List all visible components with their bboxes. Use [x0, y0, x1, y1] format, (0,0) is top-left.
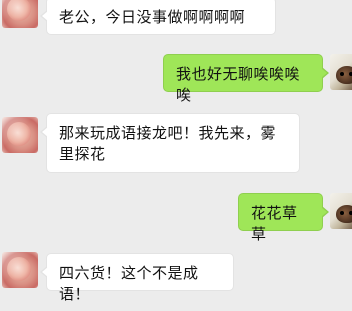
chat-window: 老公，今日没事做啊啊啊啊 我也好无聊唉唉唉唉 那来玩成语接龙吧！我先来，雾里探花…	[0, 0, 352, 311]
message-text: 花花草草	[251, 204, 298, 243]
contact-avatar[interactable]	[2, 252, 38, 288]
self-avatar[interactable]	[330, 193, 352, 229]
message-text: 那来玩成语接龙吧！我先来，雾里探花	[59, 124, 277, 163]
message-text: 四六货！这个不是成语！	[59, 264, 199, 303]
self-avatar[interactable]	[330, 54, 352, 90]
message-text: 老公，今日没事做啊啊啊啊	[59, 8, 246, 26]
contact-avatar[interactable]	[2, 117, 38, 153]
message-bubble-incoming[interactable]: 老公，今日没事做啊啊啊啊	[40, 0, 276, 35]
message-bubble-incoming[interactable]: 那来玩成语接龙吧！我先来，雾里探花	[40, 113, 300, 173]
contact-avatar[interactable]	[2, 0, 38, 28]
message-text: 我也好无聊唉唉唉唉	[176, 65, 301, 104]
message-bubble-incoming[interactable]: 四六货！这个不是成语！	[40, 253, 234, 303]
message-bubble-outgoing[interactable]: 花花草草	[238, 193, 329, 243]
message-bubble-outgoing[interactable]: 我也好无聊唉唉唉唉	[163, 54, 329, 104]
